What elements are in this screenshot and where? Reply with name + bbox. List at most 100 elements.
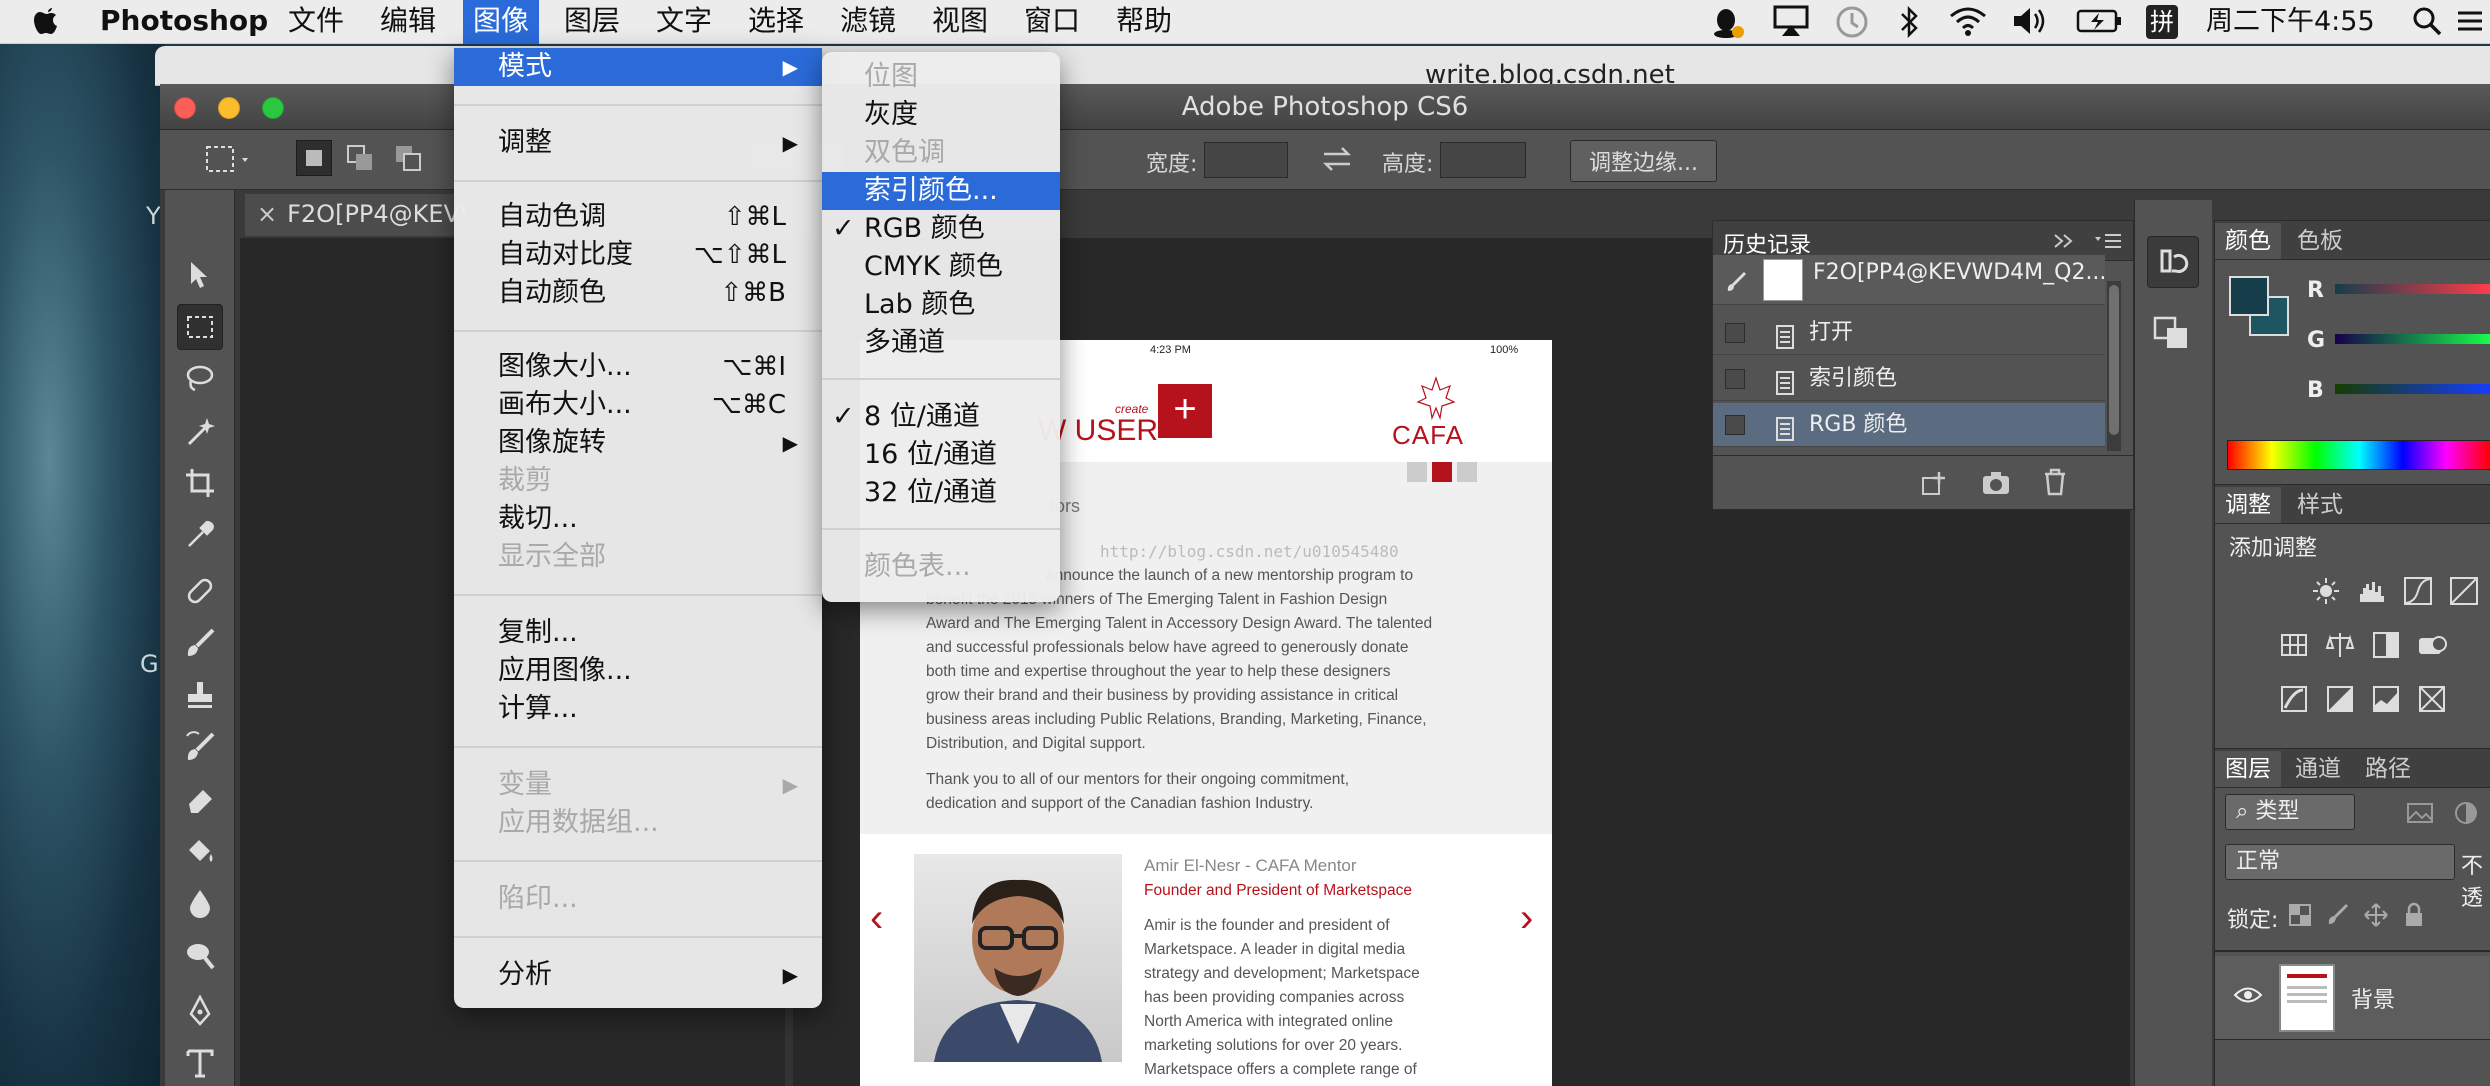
tab-color[interactable]: 颜色 xyxy=(2215,223,2281,259)
color-balance-adjustment-icon[interactable] xyxy=(2325,630,2355,660)
tab-channels[interactable]: 通道 xyxy=(2285,751,2351,787)
menu-view[interactable]: 视图 xyxy=(932,0,988,44)
exposure-adjustment-icon[interactable] xyxy=(2449,576,2479,606)
new-selection-icon[interactable] xyxy=(296,140,332,176)
airplay-icon[interactable] xyxy=(1772,4,1810,48)
history-step-2[interactable]: 索引颜色 xyxy=(1713,357,2105,401)
menu-item-crop[interactable]: 裁剪 xyxy=(454,462,822,500)
marquee-preset-icon[interactable] xyxy=(204,144,254,182)
green-slider[interactable] xyxy=(2335,334,2490,344)
lasso-tool-icon[interactable] xyxy=(177,356,223,402)
menu-item-image-size[interactable]: 图像大小... ⌥⌘I xyxy=(454,348,822,386)
foreground-color-swatch[interactable] xyxy=(2229,276,2269,316)
menu-item-variables[interactable]: 变量 ▶ xyxy=(454,766,822,804)
spotlight-search-icon[interactable] xyxy=(2410,4,2444,48)
layer-visibility-eye-icon[interactable] xyxy=(2233,984,2263,1010)
mode-item-duotone[interactable]: 双色调 xyxy=(822,134,1060,172)
brightness-adjustment-icon[interactable] xyxy=(2311,576,2341,606)
tab-swatches[interactable]: 色板 xyxy=(2287,223,2353,259)
delete-state-icon[interactable] xyxy=(2041,468,2069,500)
mode-item-rgb-color[interactable]: ✓ RGB 颜色 xyxy=(822,210,1060,248)
history-step-checkbox[interactable] xyxy=(1725,415,1745,435)
color-spectrum-ramp[interactable] xyxy=(2227,440,2490,470)
time-machine-icon[interactable] xyxy=(1834,4,1870,50)
pen-tool-icon[interactable] xyxy=(177,988,223,1034)
document-tab-close-icon[interactable]: × xyxy=(257,200,277,228)
invert-adjustment-icon[interactable] xyxy=(2279,684,2309,714)
bluetooth-icon[interactable] xyxy=(1898,4,1922,50)
rectangular-marquee-tool-icon[interactable] xyxy=(177,304,223,350)
history-step-3[interactable]: RGB 颜色 xyxy=(1713,403,2105,447)
app-menu-photoshop[interactable]: Photoshop xyxy=(100,0,268,44)
lock-image-pixels-icon[interactable] xyxy=(2325,902,2355,932)
tab-paths[interactable]: 路径 xyxy=(2355,751,2421,787)
magic-wand-tool-icon[interactable] xyxy=(177,408,223,454)
menu-item-apply-data-set[interactable]: 应用数据组... xyxy=(454,804,822,842)
menu-select[interactable]: 选择 xyxy=(748,0,804,44)
history-step-1[interactable]: 打开 xyxy=(1713,311,2105,355)
menu-image[interactable]: 图像 xyxy=(463,0,540,44)
mode-item-multichannel[interactable]: 多通道 xyxy=(822,324,1060,362)
wifi-icon[interactable] xyxy=(1948,4,1988,48)
properties-panel-icon[interactable] xyxy=(2149,310,2195,358)
menu-layer[interactable]: 图层 xyxy=(564,0,620,44)
dodge-tool-icon[interactable] xyxy=(177,932,223,978)
width-input[interactable] xyxy=(1204,142,1288,178)
mode-item-indexed-color[interactable]: 索引颜色... xyxy=(822,172,1060,210)
red-slider[interactable] xyxy=(2335,284,2490,294)
threshold-adjustment-icon[interactable] xyxy=(2371,684,2401,714)
subtract-from-selection-icon[interactable] xyxy=(392,142,426,182)
add-to-selection-icon[interactable] xyxy=(344,142,378,182)
refine-edge-button[interactable]: 调整边缘... xyxy=(1570,140,1717,182)
menu-item-reveal-all[interactable]: 显示全部 xyxy=(454,538,822,576)
menu-item-auto-contrast[interactable]: 自动对比度 ⌥⇧⌘L xyxy=(454,236,822,274)
input-method-indicator[interactable]: 拼 xyxy=(2146,5,2178,39)
posterize-adjustment-icon[interactable] xyxy=(2325,684,2355,714)
mode-item-32-bits[interactable]: 32 位/通道 xyxy=(822,474,1060,512)
blur-tool-icon[interactable] xyxy=(177,880,223,926)
photo-filter-adjustment-icon[interactable] xyxy=(2417,630,2447,660)
lock-position-icon[interactable] xyxy=(2363,902,2393,932)
panel-collapse-icon[interactable] xyxy=(2053,233,2075,253)
eraser-tool-icon[interactable] xyxy=(177,776,223,822)
notification-center-icon[interactable] xyxy=(2454,4,2486,48)
create-snapshot-icon[interactable] xyxy=(1981,470,2011,500)
swap-dimensions-icon[interactable] xyxy=(1320,144,1354,180)
curves-adjustment-icon[interactable] xyxy=(2403,576,2433,606)
history-brush-source-icon[interactable] xyxy=(1725,265,1749,309)
healing-brush-tool-icon[interactable] xyxy=(177,568,223,614)
menubar-clock[interactable]: 周二下午4:55 xyxy=(2206,4,2375,40)
menu-item-mode[interactable]: 模式 ▶ xyxy=(454,48,822,86)
mode-item-bitmap[interactable]: 位图 xyxy=(822,58,1060,96)
blend-mode-dropdown[interactable]: 正常 xyxy=(2225,844,2455,880)
apple-icon[interactable] xyxy=(32,0,62,44)
menu-filter[interactable]: 滤镜 xyxy=(840,0,896,44)
menu-item-trim[interactable]: 裁切... xyxy=(454,500,822,538)
menu-window[interactable]: 窗口 xyxy=(1024,0,1080,44)
menu-item-canvas-size[interactable]: 画布大小... ⌥⌘C xyxy=(454,386,822,424)
tab-styles[interactable]: 样式 xyxy=(2287,487,2353,523)
black-white-adjustment-icon[interactable] xyxy=(2371,630,2401,660)
paint-bucket-tool-icon[interactable] xyxy=(177,828,223,874)
history-scrollbar[interactable] xyxy=(2107,281,2121,451)
mode-item-8-bits[interactable]: ✓ 8 位/通道 xyxy=(822,398,1060,436)
brush-tool-icon[interactable] xyxy=(177,620,223,666)
menu-help[interactable]: 帮助 xyxy=(1116,0,1172,44)
layer-row-background[interactable]: 背景 xyxy=(2215,956,2490,1040)
menu-item-image-rotation[interactable]: 图像旋转 ▶ xyxy=(454,424,822,462)
menu-item-auto-tone[interactable]: 自动色调 ⇧⌘L xyxy=(454,198,822,236)
mode-item-grayscale[interactable]: 灰度 xyxy=(822,96,1060,134)
menu-file[interactable]: 文件 xyxy=(288,0,344,44)
type-tool-icon[interactable] xyxy=(177,1040,223,1086)
qq-icon[interactable] xyxy=(1710,4,1746,50)
menu-item-analysis[interactable]: 分析 ▶ xyxy=(454,956,822,994)
move-tool-icon[interactable] xyxy=(177,252,223,298)
history-step-checkbox[interactable] xyxy=(1725,369,1745,389)
menu-item-calculations[interactable]: 计算... xyxy=(454,690,822,728)
mode-item-color-table[interactable]: 颜色表... xyxy=(822,548,1060,586)
menu-item-trap[interactable]: 陷印... xyxy=(454,880,822,918)
tab-adjustments[interactable]: 调整 xyxy=(2215,487,2281,523)
mode-item-cmyk-color[interactable]: CMYK 颜色 xyxy=(822,248,1060,286)
document-tab[interactable]: × F2O[PP4@KEVWD4M_Q2... xyxy=(245,194,465,236)
crop-tool-icon[interactable] xyxy=(177,460,223,506)
